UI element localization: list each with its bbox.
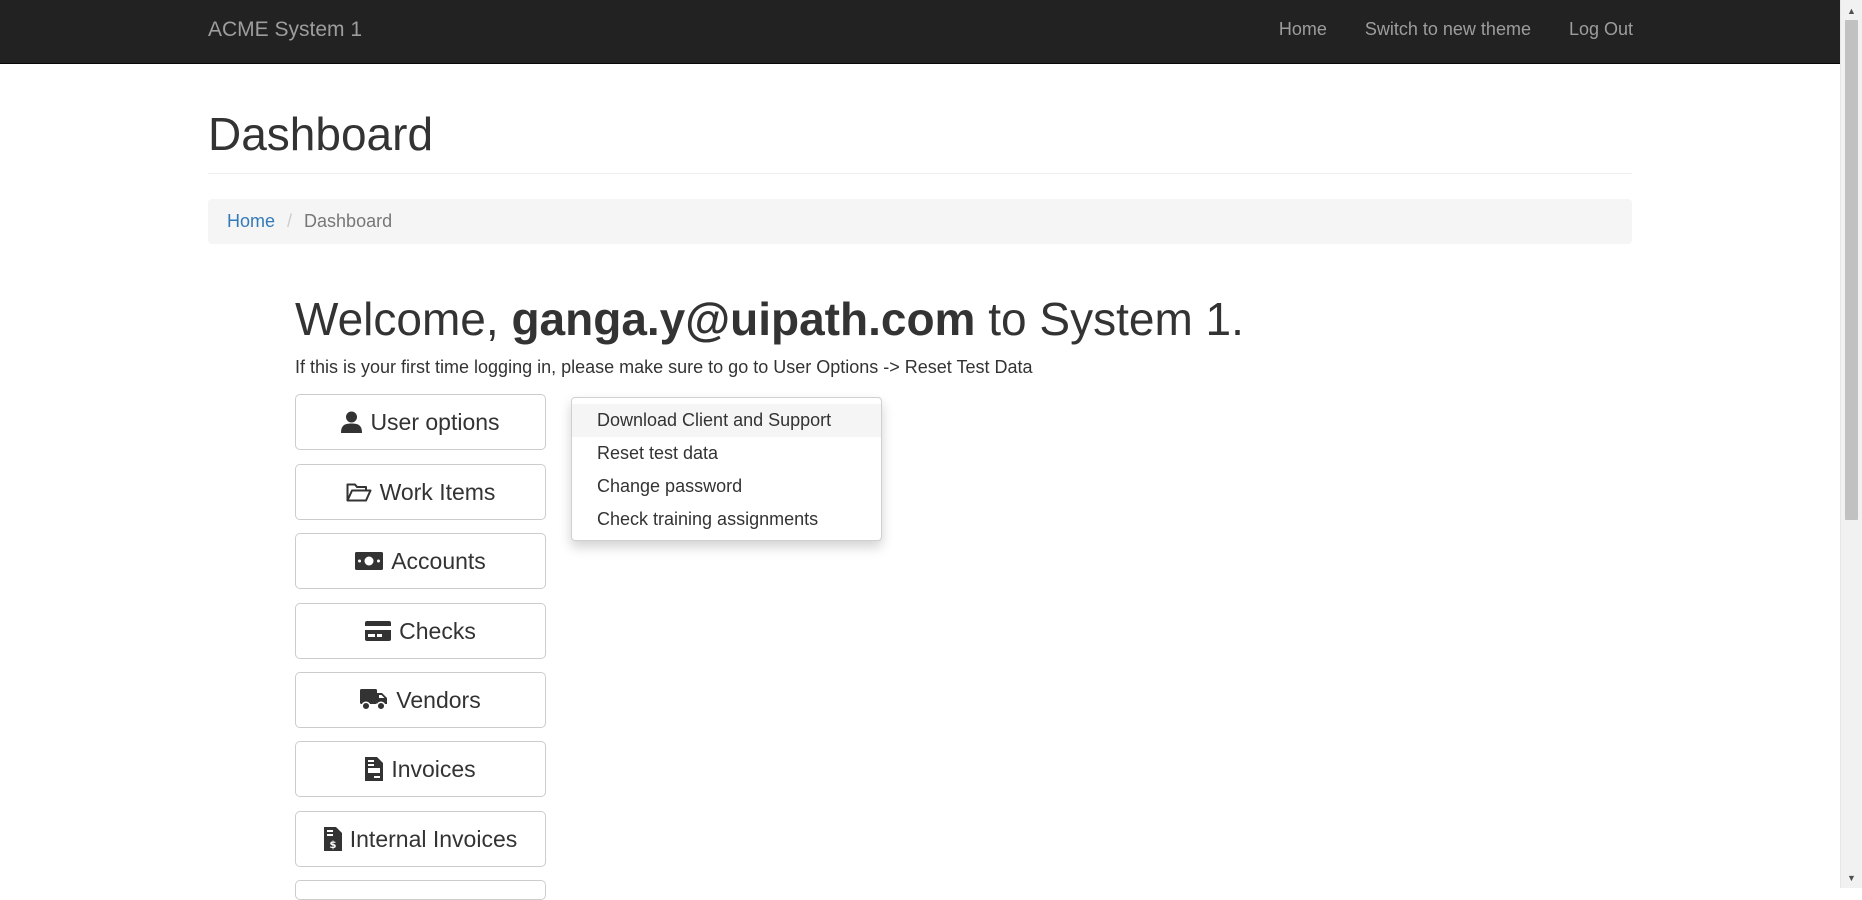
checks-button[interactable]: Checks [295,603,546,659]
welcome-prefix: Welcome, [295,293,512,345]
invoices-button[interactable]: Invoices [295,741,546,797]
work-items-button[interactable]: Work Items [295,464,546,520]
user-options-label: User options [370,408,500,435]
user-options-button[interactable]: User options [295,394,546,450]
folder-open-icon [346,482,372,502]
scroll-up-arrow-icon[interactable]: ▲ [1841,2,1862,19]
welcome-suffix: to System 1. [975,293,1244,345]
title-divider [208,173,1632,174]
vendors-button[interactable]: Vendors [295,672,546,728]
vendors-label: Vendors [396,686,481,713]
money-bill-icon [355,552,384,570]
internal-invoices-button[interactable]: $ Internal Invoices [295,811,546,867]
checks-label: Checks [399,617,476,644]
user-icon [341,411,363,433]
credit-card-icon [365,621,392,641]
internal-invoices-label: Internal Invoices [349,825,518,852]
page-scrollbar[interactable]: ▲ ▼ [1840,0,1862,888]
nav-logout-link[interactable]: Log Out [1569,19,1633,40]
breadcrumb: Home / Dashboard [208,199,1632,244]
breadcrumb-current: Dashboard [304,211,393,231]
work-items-label: Work Items [379,478,496,505]
dropdown-check-training[interactable]: Check training assignments [572,503,881,536]
svg-text:$: $ [329,840,336,851]
accounts-button[interactable]: Accounts [295,533,546,589]
scroll-thumb[interactable] [1845,20,1858,520]
dropdown-reset-test-data[interactable]: Reset test data [572,437,881,470]
dropdown-download-client[interactable]: Download Client and Support [572,404,881,437]
brand-link[interactable]: ACME System 1 [208,18,362,42]
user-options-dropdown: Download Client and Support Reset test d… [571,397,882,541]
next-menu-button-partial[interactable] [295,880,546,900]
truck-icon [360,689,388,711]
navbar-links: Home Switch to new theme Log Out [1279,19,1633,40]
welcome-user: ganga.y@uipath.com [511,293,976,345]
nav-home-link[interactable]: Home [1279,19,1327,40]
welcome-heading: Welcome, ganga.y@uipath.com to System 1. [295,292,1244,346]
breadcrumb-separator: / [287,211,293,231]
file-invoice-icon [365,757,384,781]
invoices-label: Invoices [391,755,476,782]
page-title: Dashboard [208,108,434,160]
top-navbar: ACME System 1 Home Switch to new theme L… [0,0,1841,64]
first-login-hint: If this is your first time logging in, p… [295,357,1033,377]
scroll-down-arrow-icon[interactable]: ▼ [1841,869,1862,886]
file-invoice-dollar-icon: $ [323,827,342,851]
breadcrumb-home-link[interactable]: Home [227,211,275,232]
nav-switch-theme-link[interactable]: Switch to new theme [1365,19,1531,40]
dropdown-change-password[interactable]: Change password [572,470,881,503]
accounts-label: Accounts [391,547,486,574]
